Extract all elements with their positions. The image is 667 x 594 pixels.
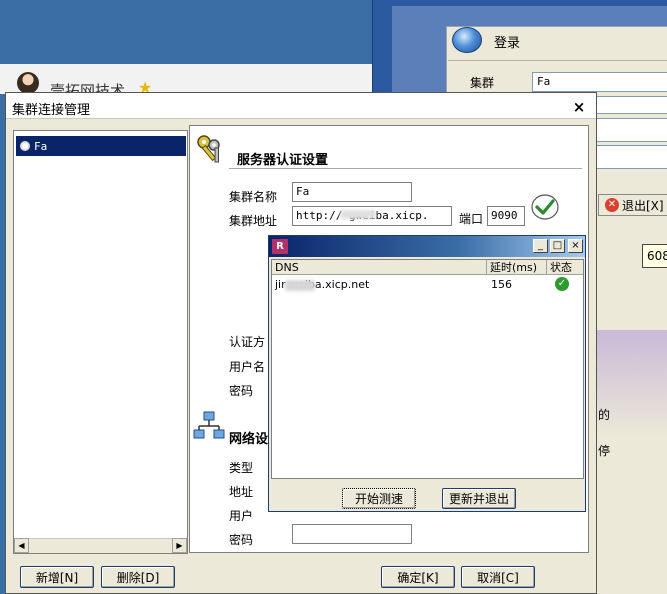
cluster-address-label: 集群地址 [229,214,278,228]
dialog-title: 集群连接管理 [12,103,91,118]
cluster-node-icon [20,141,30,151]
login-title: 登录 [494,36,521,51]
cluster-list-item[interactable]: Fa [16,136,186,156]
redacted-blur [285,280,315,291]
auth-section-title: 服务器认证设置 [237,153,329,168]
side-text: 的 [598,408,611,422]
close-circle-icon: ✕ [605,198,619,212]
redacted-blur [340,210,376,219]
cluster-list [13,130,188,554]
maximize-icon[interactable]: □ [550,239,565,253]
dns-latency: 156 [491,278,512,291]
keys-icon [197,135,220,163]
dialog-titlebar [6,93,596,119]
update-exit-button[interactable]: 更新并退出 [442,488,516,509]
address-label: 地址 [229,485,254,499]
dns-window-footer [271,480,584,511]
globe-icon [452,27,482,53]
minimize-icon[interactable]: _ [533,239,548,253]
cluster-name-label: 集群名称 [229,190,278,204]
auth-method-label: 认证方 [229,335,266,349]
username-label: 用户名 [229,360,266,374]
login-exit-label: 退出[X] [622,198,664,213]
add-button[interactable]: 新增[N] [20,566,94,588]
side-text: 停 [598,444,611,458]
horizontal-scrollbar[interactable] [14,538,187,553]
cluster-name-input[interactable]: Fa [292,182,412,202]
login-field[interactable] [594,118,667,142]
proxy-password-input[interactable] [292,524,412,544]
proxy-password-label: 密码 [229,533,254,547]
login-cluster-input[interactable]: Fa [532,72,667,92]
scroll-right-icon[interactable]: ▶ [172,538,187,553]
cancel-button[interactable]: 取消[C] [461,566,535,588]
port-input[interactable]: 9090 [487,206,525,226]
user-label: 用户 [229,509,254,523]
network-icon [193,411,225,439]
cluster-item-label: Fa [34,139,48,153]
check-icon[interactable] [530,193,560,221]
column-header-dns[interactable]: DNS [272,260,487,275]
column-header-latency[interactable]: 延时(ms) [487,260,547,275]
login-cluster-label: 集群 [470,76,495,90]
login-field[interactable] [594,145,667,169]
scroll-left-icon[interactable]: ◀ [14,538,29,553]
port-label: 端口 [459,212,484,226]
password-label: 密码 [229,384,254,398]
avatar [17,72,39,94]
delete-button[interactable]: 删除[D] [101,566,175,588]
login-exit-button[interactable]: ✕ 退出[X] [598,194,667,216]
network-section-title: 网络设 [229,432,269,447]
section-divider [229,168,582,169]
tooltip: 608 [642,244,667,268]
close-icon[interactable]: × [570,98,588,116]
ok-button[interactable]: 确定[K] [381,566,455,588]
login-divider [448,60,667,61]
dns-list [271,259,584,479]
close-icon[interactable]: × [568,239,583,253]
start-test-button[interactable]: 开始测速 [342,488,416,509]
login-side-panel [596,330,667,594]
app-icon: R [272,239,288,254]
column-header-status[interactable]: 状态 [547,260,583,275]
check-circle-icon: ✓ [555,277,569,291]
type-label: 类型 [229,461,254,475]
